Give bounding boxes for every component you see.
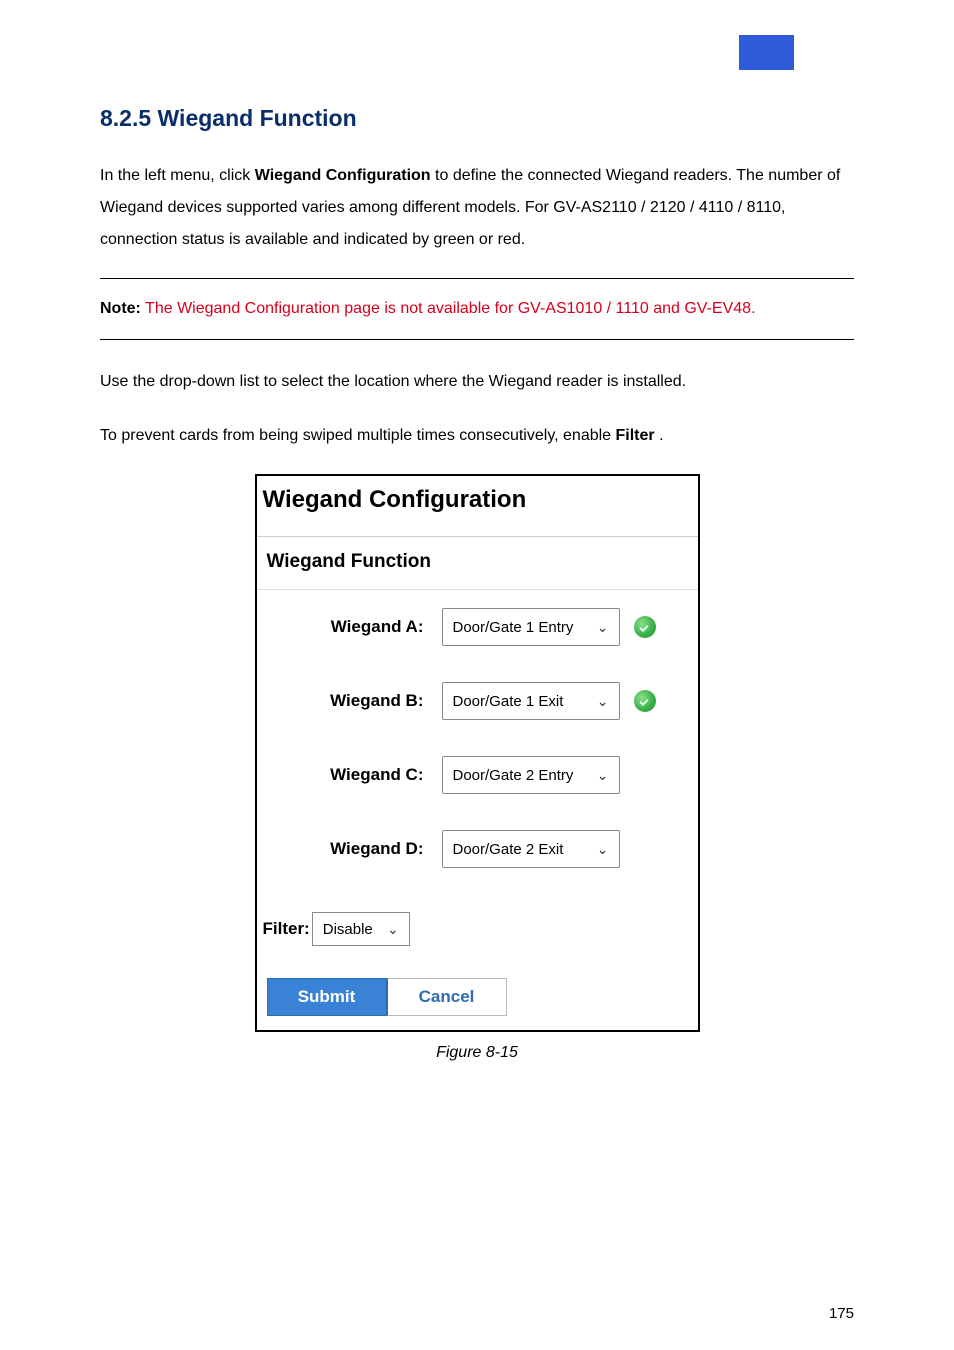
wiegand-row-d: Wiegand D: Door/Gate 2 Exit ⌄: [257, 812, 698, 886]
wiegand-a-select[interactable]: Door/Gate 1 Entry ⌄: [442, 608, 620, 646]
figure-label: Figure 8-15: [100, 1044, 854, 1062]
para3-suffix: .: [659, 427, 663, 444]
status-indicator-a: [634, 616, 656, 638]
section-heading: 8.2.5 Wiegand Function: [100, 105, 854, 132]
panel-section-title: Wiegand Function: [257, 537, 698, 590]
chevron-down-icon: ⌄: [387, 921, 399, 938]
wiegand-b-value: Door/Gate 1 Exit: [453, 693, 564, 710]
note-label: Note:: [100, 300, 141, 317]
chevron-down-icon: ⌄: [597, 841, 609, 858]
para3-bold: Filter: [616, 427, 655, 444]
filter-label: Filter:: [263, 919, 310, 939]
panel-title: Wiegand Configuration: [257, 476, 698, 537]
button-row: Submit Cancel: [257, 956, 698, 1030]
paragraph-usage: Use the drop-down list to select the loc…: [100, 366, 854, 398]
page-number: 175: [829, 1305, 854, 1322]
chevron-down-icon: ⌄: [597, 767, 609, 784]
filter-row: Filter: Disable ⌄: [257, 886, 698, 956]
wiegand-config-panel: Wiegand Configuration Wiegand Function W…: [255, 474, 700, 1032]
chevron-down-icon: ⌄: [597, 619, 609, 636]
note-block: Note: The Wiegand Configuration page is …: [100, 293, 854, 325]
wiegand-row-c: Wiegand C: Door/Gate 2 Entry ⌄: [257, 738, 698, 812]
chapter-badge: [739, 35, 794, 70]
chevron-down-icon: ⌄: [597, 693, 609, 710]
filter-select[interactable]: Disable ⌄: [312, 912, 410, 946]
wiegand-a-value: Door/Gate 1 Entry: [453, 619, 574, 636]
wiegand-b-select[interactable]: Door/Gate 1 Exit ⌄: [442, 682, 620, 720]
para3-prefix: To prevent cards from being swiped multi…: [100, 427, 616, 444]
wiegand-row-a: Wiegand A: Door/Gate 1 Entry ⌄: [257, 590, 698, 664]
wiegand-a-label: Wiegand A:: [267, 617, 442, 637]
para1-prefix: In the left menu, click: [100, 167, 255, 184]
wiegand-c-value: Door/Gate 2 Entry: [453, 767, 574, 784]
wiegand-row-b: Wiegand B: Door/Gate 1 Exit ⌄: [257, 664, 698, 738]
submit-button[interactable]: Submit: [267, 978, 387, 1016]
chapter-number: 8: [830, 38, 846, 70]
paragraph-filter: To prevent cards from being swiped multi…: [100, 420, 854, 452]
divider-top: [100, 278, 854, 279]
note-text: The Wiegand Configuration page is not av…: [145, 300, 755, 317]
divider-bottom: [100, 339, 854, 340]
cancel-button[interactable]: Cancel: [387, 978, 507, 1016]
wiegand-d-value: Door/Gate 2 Exit: [453, 841, 564, 858]
filter-value: Disable: [323, 921, 373, 938]
para1-bold: Wiegand Configuration: [255, 167, 431, 184]
wiegand-b-label: Wiegand B:: [267, 691, 442, 711]
paragraph-intro: In the left menu, click Wiegand Configur…: [100, 160, 854, 256]
status-indicator-b: [634, 690, 656, 712]
wiegand-d-select[interactable]: Door/Gate 2 Exit ⌄: [442, 830, 620, 868]
wiegand-c-select[interactable]: Door/Gate 2 Entry ⌄: [442, 756, 620, 794]
wiegand-c-label: Wiegand C:: [267, 765, 442, 785]
wiegand-d-label: Wiegand D:: [267, 839, 442, 859]
